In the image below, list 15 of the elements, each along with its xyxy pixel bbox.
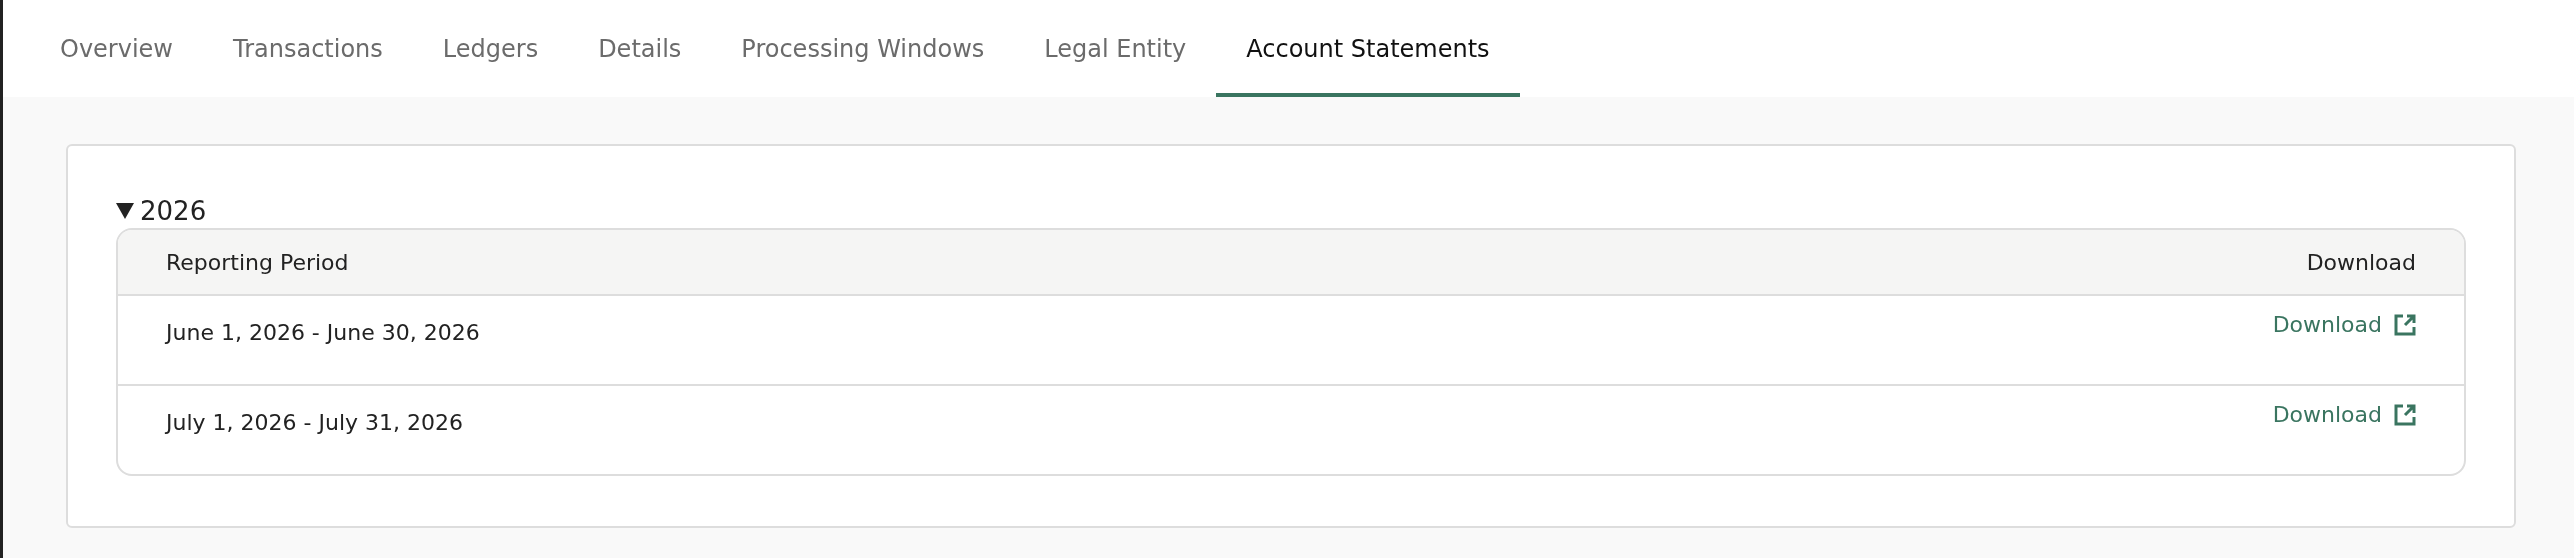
tab[interactable]: Details <box>568 0 712 97</box>
tab[interactable]: Legal Entity <box>1014 0 1217 97</box>
external-link-icon <box>2394 403 2416 426</box>
download-link[interactable]: Download <box>2272 402 2416 427</box>
tab[interactable]: Overview <box>30 0 203 97</box>
tab[interactable]: Transactions <box>203 0 413 97</box>
tab[interactable]: Account Statements <box>1216 0 1520 97</box>
table-cell-text: June 1, 2026 - June 30, 2026 <box>166 319 480 347</box>
tab[interactable]: Processing Windows <box>711 0 1015 97</box>
external-link-icon <box>2394 313 2416 336</box>
tab[interactable]: Ledgers <box>412 0 569 97</box>
table-cell-text: July 1, 2026 - July 31, 2026 <box>166 409 463 437</box>
column-header: Reporting Period <box>166 249 349 275</box>
column-header: Download <box>2306 249 2416 275</box>
download-link[interactable]: Download <box>2272 312 2416 337</box>
